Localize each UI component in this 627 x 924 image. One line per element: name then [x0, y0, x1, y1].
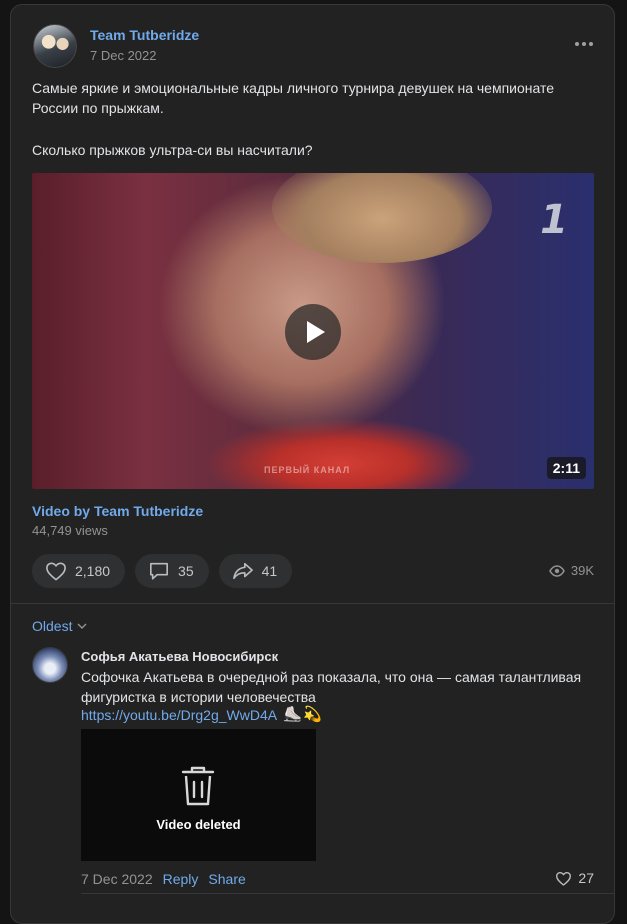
reply-button[interactable]: Reply: [163, 871, 199, 887]
video-frame-detail: [272, 173, 492, 263]
video-duration: 2:11: [546, 457, 586, 479]
share-icon: [232, 562, 253, 580]
post-actions: 2,180 35 41: [32, 554, 293, 588]
comment-avatar[interactable]: [32, 647, 68, 683]
comment-like-count: 27: [578, 870, 594, 886]
views-count: 39K: [570, 563, 594, 578]
post-card: Team Tutberidze 7 Dec 2022 Самые яркие и…: [10, 4, 615, 924]
comment-like-button[interactable]: 27: [555, 870, 594, 886]
sort-label: Oldest: [32, 618, 73, 634]
share-count: 41: [261, 563, 278, 579]
comment-share-button[interactable]: Share: [208, 871, 245, 887]
post-text-paragraph: Сколько прыжков ультра-си вы насчитали?: [32, 142, 313, 158]
share-button[interactable]: 41: [218, 554, 293, 588]
video-caption[interactable]: Video by Team Tutberidze: [32, 503, 203, 519]
video-views: 44,749 views: [32, 523, 108, 538]
comment-date[interactable]: 7 Dec 2022: [81, 871, 153, 887]
comments-sort[interactable]: Oldest: [32, 618, 87, 634]
channel-logo: 1: [540, 197, 568, 243]
post-text-paragraph: Самые яркие и эмоциональные кадры личног…: [32, 80, 555, 116]
comment-count: 35: [178, 563, 194, 579]
author-avatar[interactable]: [33, 24, 77, 68]
post-views: 39K: [548, 563, 594, 578]
like-count: 2,180: [75, 563, 111, 579]
comment-text: Софочка Акатьева в очередной раз показал…: [81, 669, 582, 705]
trash-icon: [181, 766, 215, 806]
video-player[interactable]: 1 ПЕРВЫЙ КАНАЛ 2:11: [32, 173, 594, 489]
like-button[interactable]: 2,180: [32, 554, 126, 588]
eye-icon: [548, 564, 565, 577]
video-deleted-label: Video deleted: [156, 817, 241, 832]
post-header: Team Tutberidze 7 Dec 2022: [33, 24, 593, 68]
comment-button[interactable]: 35: [135, 554, 209, 588]
deleted-video: Video deleted: [81, 729, 316, 861]
comment-icon: [150, 562, 169, 580]
sparkle-emoji: 💫: [303, 706, 322, 723]
more-icon[interactable]: [571, 34, 597, 54]
play-icon[interactable]: [285, 304, 341, 360]
comment-meta: 7 Dec 2022 Reply Share: [81, 871, 246, 887]
heart-icon: [46, 562, 66, 581]
heart-icon: [556, 871, 572, 886]
comment-author[interactable]: Софья Акатьева Новосибирск: [81, 649, 278, 664]
post-text: Самые яркие и эмоциональные кадры личног…: [32, 78, 597, 182]
comment-link[interactable]: https://youtu.be/Drg2g_WwD4A: [81, 707, 277, 723]
divider: [81, 893, 614, 894]
video-watermark: ПЕРВЫЙ КАНАЛ: [264, 465, 351, 475]
post-date[interactable]: 7 Dec 2022: [90, 48, 157, 63]
skate-emoji: ⛸️: [283, 706, 302, 723]
divider: [11, 603, 614, 604]
post-author[interactable]: Team Tutberidze: [90, 27, 199, 43]
chevron-down-icon: [77, 623, 87, 629]
